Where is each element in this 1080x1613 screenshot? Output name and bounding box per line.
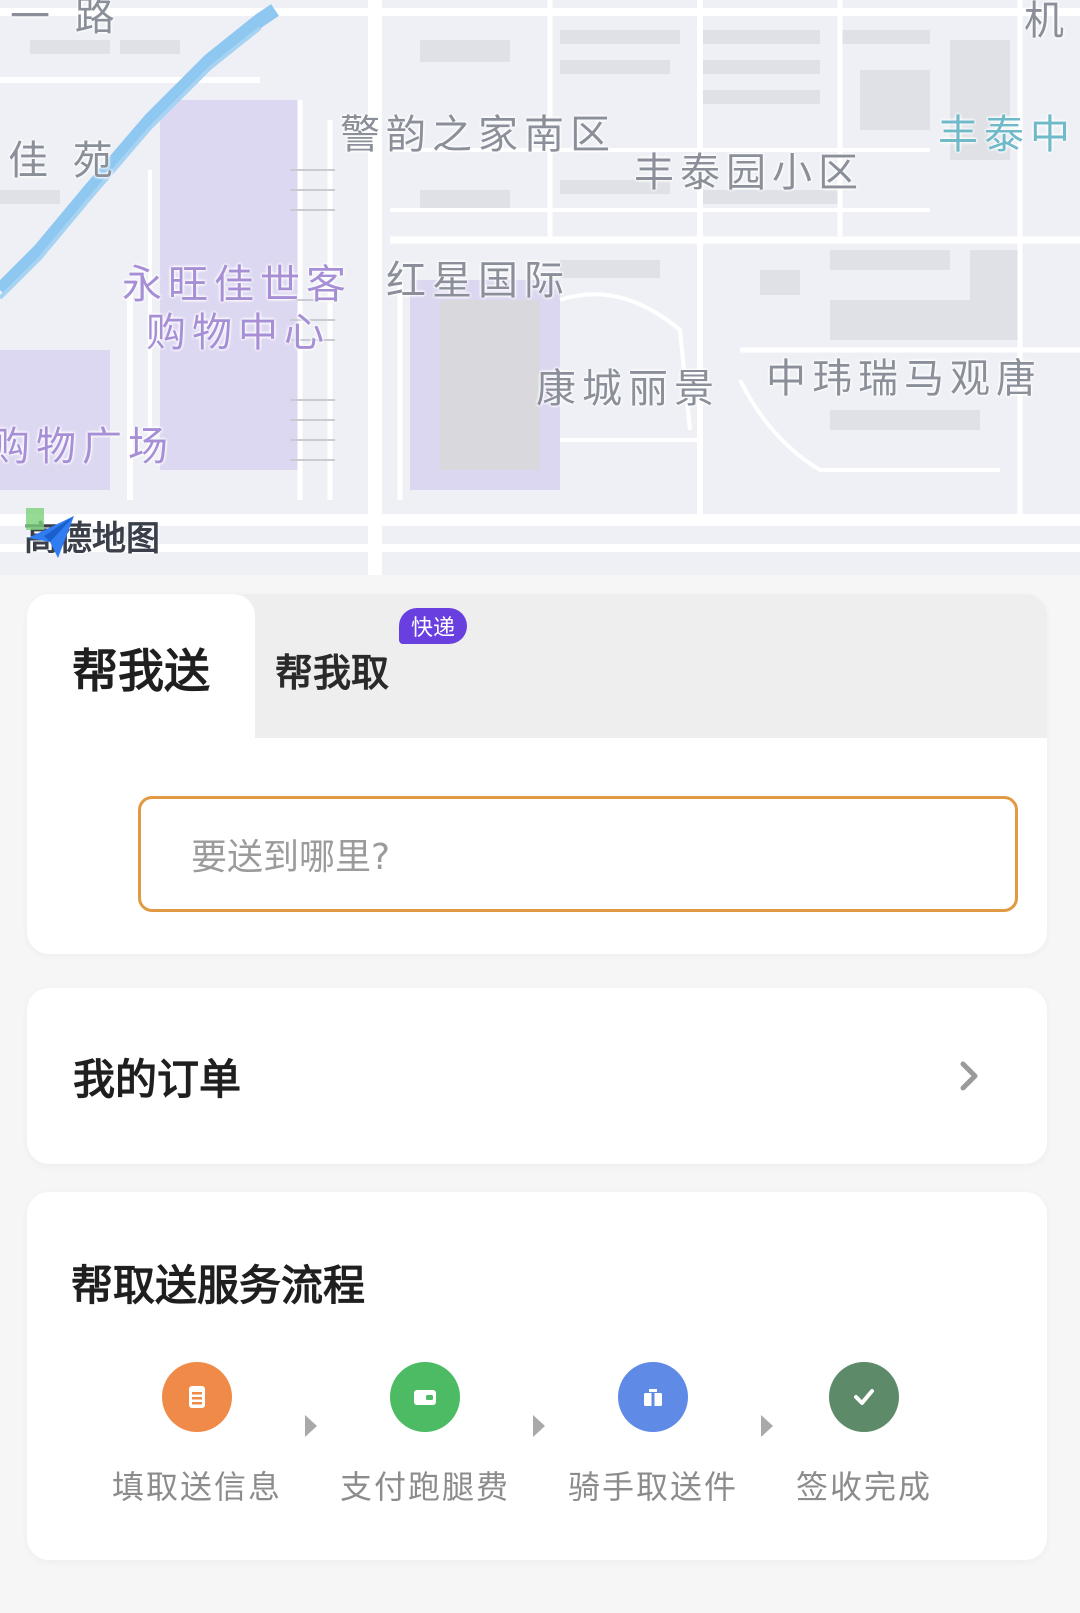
- check-icon: [829, 1362, 899, 1432]
- map-label-fengtaiyuan: 丰泰园小区: [634, 150, 864, 196]
- my-orders-title: 我的订单: [73, 1054, 242, 1104]
- document-icon: [162, 1362, 232, 1432]
- map-label-kangcheng: 康城丽景: [536, 366, 720, 412]
- express-badge: 快递: [399, 608, 468, 644]
- step-rider-pickup: 骑手取送件: [553, 1362, 753, 1508]
- step-arrow: [533, 1415, 545, 1437]
- step-label: 签收完成: [795, 1468, 932, 1506]
- map-label-fengtai-right: 丰泰中: [938, 112, 1076, 158]
- map-label-zhongwei: 中玮瑞马观唐: [766, 356, 1042, 402]
- parcel-icon: [618, 1362, 688, 1432]
- wallet-icon: [390, 1362, 460, 1432]
- step-fill-info: 填取送信息: [97, 1362, 297, 1508]
- step-label: 填取送信息: [111, 1468, 282, 1506]
- tab-help-send[interactable]: 帮我送: [27, 594, 255, 742]
- step-arrow: [305, 1415, 317, 1437]
- service-process-card: 帮取送服务流程 填取送信息 支付跑腿费 骑手取送件 签收完成: [27, 1192, 1047, 1560]
- tab-help-fetch[interactable]: 帮我取: [275, 634, 389, 704]
- map-view[interactable]: 一 路 佳 苑 警韵之家南区 丰泰园小区 丰泰中 机 永旺佳世客 购物中心 红星…: [0, 0, 1080, 575]
- delivery-card: 帮我送 帮我取 快递 要送到哪里?: [27, 594, 1047, 954]
- amap-arrow-icon: [26, 508, 74, 558]
- map-label-shopping-center: 购物中心: [146, 310, 330, 356]
- map-label-ji: 机: [1024, 0, 1070, 44]
- my-orders-row[interactable]: 我的订单: [27, 988, 1047, 1164]
- step-label: 支付跑腿费: [339, 1468, 510, 1506]
- chevron-right-icon: [960, 1061, 978, 1091]
- step-label: 骑手取送件: [567, 1468, 738, 1506]
- map-label-jingyun: 警韵之家南区: [340, 112, 616, 158]
- amap-logo: 高德地图: [24, 508, 160, 562]
- destination-input[interactable]: 要送到哪里?: [138, 796, 1018, 912]
- step-receipt-done: 签收完成: [764, 1362, 964, 1508]
- map-label-gouwu: 购物广场: [0, 424, 174, 470]
- map-label-hongxing: 红星国际: [386, 258, 570, 304]
- map-label-jiayuan: 佳 苑: [8, 138, 119, 184]
- process-title: 帮取送服务流程: [71, 1261, 366, 1310]
- map-label-road: 一 路: [10, 0, 121, 40]
- step-pay-fee: 支付跑腿费: [325, 1362, 525, 1508]
